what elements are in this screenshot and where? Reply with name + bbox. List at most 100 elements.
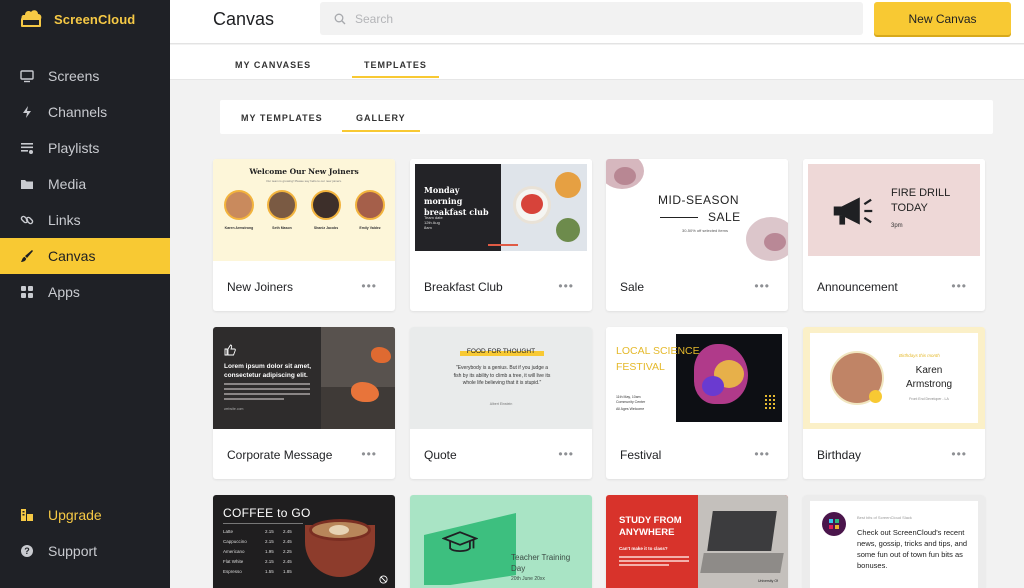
- thumbnail-role: Front End Developer - LA: [909, 397, 949, 401]
- sidebar-item-channels[interactable]: Channels: [0, 94, 170, 130]
- menu-price: 2.45: [283, 539, 292, 544]
- person-name: Seth Mason: [272, 226, 292, 230]
- thumbnail-heading: Teacher Training: [511, 553, 571, 562]
- menu-price: 1.55: [265, 569, 274, 574]
- template-thumbnail: Birthdays this month Karen Armstrong Fro…: [803, 327, 985, 429]
- text-line: [224, 388, 310, 390]
- template-thumbnail: LOCAL SCIENCE FESTIVAL 11th May, 10am Co…: [606, 327, 788, 429]
- thumbnail-heading: FIRE DRILL: [891, 187, 951, 199]
- thumbnail-accent-line: [488, 244, 518, 246]
- thumbnail-sub: 3pm: [891, 223, 903, 229]
- tab-my-canvases[interactable]: MY CANVASES: [235, 60, 311, 70]
- template-thumbnail: MID-SEASON SALE 30-50% off selected item…: [606, 159, 788, 261]
- template-card-festival[interactable]: LOCAL SCIENCE FESTIVAL 11th May, 10am Co…: [606, 327, 788, 479]
- menu-item: Americano: [223, 549, 245, 554]
- template-card-breakfast-club[interactable]: Monday morning breakfast club Team date …: [410, 159, 592, 311]
- sidebar-item-screens[interactable]: Screens: [0, 58, 170, 94]
- sidebar-item-label: Playlists: [48, 140, 100, 156]
- menu-price: 1.85: [283, 569, 292, 574]
- brand-logo[interactable]: ScreenCloud: [18, 9, 135, 29]
- photo-fruit: [521, 194, 543, 214]
- template-card-birthday[interactable]: Birthdays this month Karen Armstrong Fro…: [803, 327, 985, 479]
- thumbnail-name: Karen: [915, 365, 943, 376]
- more-options-icon[interactable]: •••: [754, 279, 770, 293]
- tab-templates[interactable]: TEMPLATES: [352, 60, 439, 78]
- upgrade-icon: [20, 508, 34, 522]
- slack-dot: [829, 525, 833, 529]
- more-options-icon[interactable]: •••: [754, 447, 770, 461]
- thumbnail-text-lines: [619, 556, 689, 566]
- sidebar-item-canvas[interactable]: Canvas: [0, 238, 170, 274]
- thumbnail-body: Check out ScreenCloud's recent news, gos…: [857, 528, 968, 570]
- sidebar-item-support[interactable]: ? Support: [0, 533, 170, 569]
- folder-icon: [20, 177, 34, 191]
- template-card-teacher-training[interactable]: Teacher Training Day 20th June 20xx: [410, 495, 592, 588]
- more-options-icon[interactable]: •••: [361, 447, 377, 461]
- menu-price: 1.95: [265, 549, 274, 554]
- template-card-slack[interactable]: Best bits of ScreenCloud Slack Check out…: [803, 495, 985, 588]
- thumbnail-photo: [321, 327, 395, 429]
- tab-gallery[interactable]: GALLERY: [342, 113, 420, 132]
- menu-item: Espresso: [223, 569, 242, 574]
- megaphone-icon: [833, 197, 873, 225]
- template-card-corporate-message[interactable]: Lorem ipsum dolor sit amet, consectetur …: [213, 327, 395, 479]
- thumbnail-heading: Welcome Our New Joiners: [249, 167, 359, 176]
- graduation-cap-icon: [442, 531, 478, 552]
- sidebar-item-upgrade[interactable]: Upgrade: [0, 497, 170, 533]
- thumbnail-line: 11th May, 10am: [616, 395, 641, 399]
- template-card-study-from-anywhere[interactable]: STUDY FROM ANYWHERE Can't make it to cla…: [606, 495, 788, 588]
- card-title: Quote: [424, 448, 457, 462]
- search-box[interactable]: [320, 2, 863, 35]
- lightning-icon: [20, 105, 34, 119]
- template-thumbnail: Monday morning breakfast club Team date …: [410, 159, 592, 261]
- person-name: Karen Armstrong: [224, 226, 254, 230]
- sidebar-item-label: Canvas: [48, 248, 96, 264]
- more-options-icon[interactable]: •••: [558, 279, 574, 293]
- more-options-icon[interactable]: •••: [361, 279, 377, 293]
- sidebar-item-label: Links: [48, 212, 81, 228]
- sidebar-item-playlists[interactable]: Playlists: [0, 130, 170, 166]
- photo-shoe: [371, 347, 391, 363]
- thumbnail-line: All Ages Welcome: [616, 407, 645, 411]
- menu-item: Flat White: [223, 559, 244, 564]
- sidebar-item-label: Channels: [48, 104, 108, 120]
- avatar-badge: [869, 390, 882, 403]
- thumbnail-sub: Can't make it to class?: [619, 546, 668, 551]
- template-thumbnail: Best bits of ScreenCloud Slack Check out…: [803, 495, 985, 588]
- slack-logo-icon: [822, 512, 846, 536]
- photo-latte-art: [329, 525, 349, 535]
- more-options-icon[interactable]: •••: [951, 447, 967, 461]
- thumbnail-photo: [698, 495, 788, 588]
- apps-grid-icon: [20, 285, 34, 299]
- tab-my-templates[interactable]: MY TEMPLATES: [241, 113, 323, 123]
- more-options-icon[interactable]: •••: [558, 447, 574, 461]
- sidebar-bottom-nav: Upgrade ? Support: [0, 497, 170, 569]
- sidebar-item-apps[interactable]: Apps: [0, 274, 170, 310]
- template-card-quote[interactable]: FOOD FOR THOUGHT "Everybody is a genius.…: [410, 327, 592, 479]
- more-options-icon[interactable]: •••: [951, 279, 967, 293]
- new-canvas-button[interactable]: New Canvas: [874, 2, 1011, 35]
- template-thumbnail: Teacher Training Day 20th June 20xx: [410, 495, 592, 588]
- thumbnail-tag: Birthdays this month: [899, 353, 940, 358]
- sidebar-item-label: Media: [48, 176, 87, 192]
- template-card-announcement[interactable]: FIRE DRILL TODAY 3pm Announcement •••: [803, 159, 985, 311]
- template-card-sale[interactable]: MID-SEASON SALE 30-50% off selected item…: [606, 159, 788, 311]
- card-title: Birthday: [817, 448, 862, 462]
- card-title: Breakfast Club: [424, 280, 503, 294]
- thumbnail-footer: University Of: [758, 579, 779, 583]
- thumbnail-author: Albert Einstein: [489, 402, 513, 406]
- photo-shoe: [351, 382, 379, 402]
- thumbnail-tag: FOOD FOR THOUGHT: [466, 348, 536, 355]
- sidebar-item-links[interactable]: Links: [0, 202, 170, 238]
- photo-bowl: [555, 172, 581, 198]
- template-card-coffee[interactable]: COFFEE to GO Latte 2.15 2.45 Cappuccino …: [213, 495, 395, 588]
- avatar: [224, 190, 254, 220]
- sidebar-item-media[interactable]: Media: [0, 166, 170, 202]
- person-name: Emily Valdez: [359, 226, 381, 230]
- slack-dot: [829, 519, 833, 523]
- thumbnail-heading: COFFEE to GO: [223, 506, 311, 520]
- photo-laptop: [707, 511, 777, 551]
- search-input[interactable]: [355, 11, 835, 26]
- template-card-new-joiners[interactable]: Welcome Our New Joiners Our team is grow…: [213, 159, 395, 311]
- card-title: Announcement: [817, 280, 898, 294]
